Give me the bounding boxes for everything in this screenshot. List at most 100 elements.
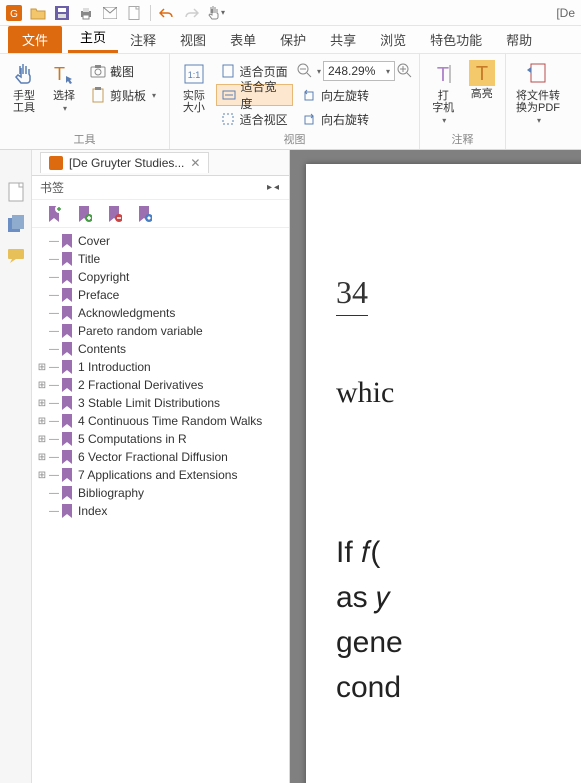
new-icon[interactable] (124, 3, 144, 23)
bookmark-item[interactable]: ⊞—7 Applications and Extensions (32, 466, 289, 484)
tab-featured[interactable]: 特色功能 (418, 26, 494, 53)
bookmark-label: Preface (78, 288, 119, 302)
tree-expander[interactable]: ⊞ (36, 470, 48, 481)
page-text: gene (336, 620, 581, 665)
tree-line: — (48, 398, 60, 409)
rotate-left-button[interactable]: 向左旋转 (297, 84, 413, 106)
tab-form[interactable]: 表单 (218, 26, 268, 53)
bookmark-item[interactable]: —Title (32, 250, 289, 268)
save-icon[interactable] (52, 3, 72, 23)
typewriter-button[interactable]: T 打字机 ▾ (426, 56, 461, 125)
bookmark-item[interactable]: ⊞— 4 Continuous Time Random Walks (32, 412, 289, 430)
bookmark-item[interactable]: ⊞—6 Vector Fractional Diffusion (32, 448, 289, 466)
zoom-out-icon[interactable] (297, 63, 313, 79)
undo-icon[interactable] (157, 3, 177, 23)
bookmark-item[interactable]: —Index (32, 502, 289, 520)
bookmark-item[interactable]: ⊞— 5 Computations in R (32, 430, 289, 448)
bookmark-icon (60, 486, 74, 500)
tab-view[interactable]: 视图 (168, 26, 218, 53)
bookmark-icon (60, 342, 74, 356)
bookmark-icon (60, 234, 74, 248)
tree-expander[interactable]: ⊞ (36, 362, 48, 373)
chevron-down-icon[interactable]: ▾ (317, 67, 321, 76)
open-icon[interactable] (28, 3, 48, 23)
tree-line: — (48, 506, 60, 517)
bookmark-icon (60, 396, 74, 410)
page-text: cond (336, 665, 581, 710)
tab-share[interactable]: 共享 (318, 26, 368, 53)
tree-line: — (48, 290, 60, 301)
tree-line: — (48, 236, 60, 247)
bookmark-item[interactable]: —Acknowledgments (32, 304, 289, 322)
bookmark-item[interactable]: ⊞—1 Introduction (32, 358, 289, 376)
tree-line: — (48, 416, 60, 427)
convert-to-pdf-button[interactable]: 将文件转换为PDF ▾ (512, 56, 564, 125)
tree-line: — (48, 308, 60, 319)
fit-width-button[interactable]: 适合宽度 (216, 84, 293, 106)
document-tab-label: [De Gruyter Studies... (69, 156, 184, 170)
bookmark-item[interactable]: ⊞—3 Stable Limit Distributions (32, 394, 289, 412)
bookmark-tool-delete-icon[interactable] (106, 205, 122, 223)
panel-comment-icon[interactable] (4, 244, 28, 268)
zoom-input[interactable]: 248.29%▾ (323, 61, 395, 81)
bookmark-item[interactable]: —Pareto random variable (32, 322, 289, 340)
tree-expander[interactable]: ⊞ (36, 398, 48, 409)
tree-line: — (48, 452, 60, 463)
select-tool-button[interactable]: T 选择 ▾ (46, 56, 82, 113)
hand-tool-button[interactable]: 手型工具 (6, 56, 42, 114)
panel-pages-icon[interactable] (4, 212, 28, 236)
page-text: as 𝑦 (336, 575, 581, 620)
bookmark-tool-add-icon[interactable] (76, 205, 92, 223)
hand-dropdown-icon[interactable]: ▾ (205, 3, 225, 23)
tab-comment[interactable]: 注释 (118, 26, 168, 53)
tree-expander[interactable]: ⊞ (36, 452, 48, 463)
select-icon: T (50, 60, 78, 88)
highlight-button[interactable]: T 高亮 (465, 56, 500, 100)
tree-expander[interactable]: ⊞ (36, 380, 48, 391)
tab-home[interactable]: 主页 (68, 23, 118, 53)
bookmark-icon (60, 450, 74, 464)
bookmark-tool-new-icon[interactable] (46, 205, 62, 223)
zoom-in-icon[interactable] (397, 63, 413, 79)
tree-line: — (48, 434, 60, 445)
tab-protect[interactable]: 保护 (268, 26, 318, 53)
bookmark-icon (60, 324, 74, 338)
bookmark-label: Cover (78, 234, 110, 248)
bookmark-item[interactable]: —Copyright (32, 268, 289, 286)
clipboard-button[interactable]: 剪贴板 ▾ (86, 84, 160, 106)
file-tab[interactable]: 文件 (8, 26, 62, 53)
bookmark-label: 4 Continuous Time Random Walks (78, 414, 262, 428)
tab-browse[interactable]: 浏览 (368, 26, 418, 53)
tree-line: — (48, 344, 60, 355)
panel-page-icon[interactable] (4, 180, 28, 204)
bookmark-label: 7 Applications and Extensions (78, 468, 237, 482)
tools-group-label: 工具 (6, 131, 163, 149)
panel-collapse-icon[interactable]: ▸◂ (267, 182, 281, 193)
bookmark-label: 5 Computations in R (78, 432, 187, 446)
screenshot-button[interactable]: 截图 (86, 60, 160, 82)
email-icon[interactable] (100, 3, 120, 23)
redo-icon[interactable] (181, 3, 201, 23)
document-tab[interactable]: [De Gruyter Studies... ✕ (40, 152, 209, 173)
select-label: 选择 (53, 90, 75, 102)
print-icon[interactable] (76, 3, 96, 23)
tree-expander[interactable]: ⊞ (36, 434, 48, 445)
bookmark-item[interactable]: —Contents (32, 340, 289, 358)
tree-line: — (48, 488, 60, 499)
fit-width-icon (221, 87, 237, 103)
bookmark-item[interactable]: ⊞—2 Fractional Derivatives (32, 376, 289, 394)
fit-visible-button[interactable]: 适合视区 (216, 108, 293, 130)
tree-expander[interactable]: ⊞ (36, 416, 48, 427)
bookmark-item[interactable]: — Preface (32, 286, 289, 304)
bookmark-item[interactable]: —Bibliography (32, 484, 289, 502)
tab-help[interactable]: 帮助 (494, 26, 544, 53)
close-icon[interactable]: ✕ (190, 156, 200, 170)
pdf-page[interactable]: 34 whic If 𝑓( as 𝑦 gene cond (306, 164, 581, 783)
bookmark-tool-goto-icon[interactable] (136, 205, 152, 223)
bookmark-item[interactable]: — Cover (32, 232, 289, 250)
rotate-right-button[interactable]: 向右旋转 (297, 108, 413, 130)
svg-text:1:1: 1:1 (188, 70, 201, 80)
actual-size-button[interactable]: 1:1 实际大小 (176, 56, 212, 114)
chevron-down-icon: ▾ (63, 104, 67, 113)
fit-visible-icon (220, 111, 236, 127)
